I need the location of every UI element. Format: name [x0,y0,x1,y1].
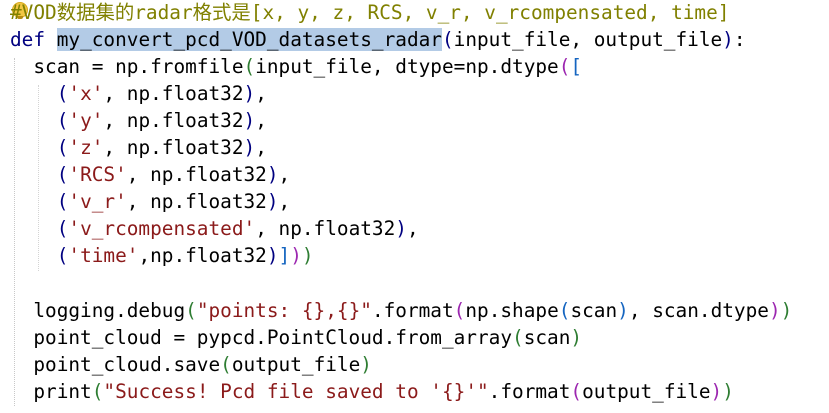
open-paren: ( [512,326,524,349]
open-paren: ( [56,217,69,240]
close-paren: ) [617,299,629,322]
code-editor[interactable]: #VOD数据集的radar格式是[x, y, z, RCS, v_r, v_rc… [0,0,829,413]
save-prefix: point_cloud.save [33,353,221,376]
field-type: , np.float32 [103,109,244,132]
field-name: 'z' [68,136,104,159]
code-line-field[interactable]: ('v_rcompensated', np.float32), [10,215,419,242]
field-name: 'x' [68,82,104,105]
code-line-field[interactable]: ('x', np.float32), [10,80,267,107]
field-type: , np.float32 [103,82,244,105]
close-paren: ) [780,299,793,322]
code-line-comment[interactable]: #VOD数据集的radar格式是[x, y, z, RCS, v_r, v_rc… [10,0,729,26]
field-type: , np.float32 [126,190,267,213]
function-name-selected[interactable]: my_convert_pcd_VOD_datasets_radar [56,28,442,51]
code-line-field[interactable]: ('y', np.float32), [10,107,267,134]
close-paren: ) [710,380,723,403]
open-paren: ( [91,380,104,403]
close-paren: ) [301,244,314,267]
print-arg: output_file [582,380,711,403]
code-line-field[interactable]: ('RCS', np.float32), [10,161,291,188]
code-line-save[interactable]: point_cloud.save(output_file) [10,351,372,378]
close-bracket: ] [278,244,291,267]
scan-prefix: scan = np.fromfile [33,55,244,78]
field-name: 'v_r' [68,190,127,213]
open-paren: ( [441,28,454,51]
close-paren: ) [570,326,583,349]
logging-format-string: "points: {},{}" [196,299,372,322]
open-paren: ( [56,136,69,159]
print-string: "Success! Pcd file saved to '{}'" [103,380,489,403]
close-paren: ) [722,380,734,403]
close-paren: ) [243,82,256,105]
comment-text: #VOD数据集的radar格式是[x, y, z, RCS, v_r, v_rc… [10,1,730,24]
field-name: 'time' [68,244,139,267]
code-line-pointcloud[interactable]: point_cloud = pypcd.PointCloud.from_arra… [10,324,582,351]
save-arg: output_file [231,353,361,376]
print-format-call: .format [488,380,571,403]
field-type: ,np.float32 [138,244,267,267]
code-line-field[interactable]: ('time',np.float32)])) [10,242,314,269]
code-line-scan[interactable]: scan = np.fromfile(input_file, dtype=np.… [10,53,582,80]
field-name: 'v_rcompensated' [68,217,256,240]
code-line-logging[interactable]: logging.debug("points: {},{}".format(np.… [10,297,792,324]
open-paren: ( [220,353,232,376]
code-line-def[interactable]: def my_convert_pcd_VOD_datasets_radar(in… [10,26,746,53]
pointcloud-prefix: point_cloud = pypcd.PointCloud.from_arra… [33,326,512,349]
def-keyword: def [10,28,46,51]
close-paren: ) [243,109,256,132]
open-paren: ( [56,163,69,186]
open-paren: ( [185,299,197,322]
open-bracket: [ [570,55,583,78]
code-line-field[interactable]: ('v_r', np.float32), [10,188,291,215]
close-paren: ) [266,244,279,267]
open-paren: ( [453,299,466,322]
open-paren: ( [243,55,256,78]
close-paren: ) [290,244,302,267]
open-paren: ( [56,82,69,105]
field-name: 'RCS' [68,163,127,186]
field-name: 'y' [68,109,104,132]
field-type: , np.float32 [103,136,244,159]
logging-shape-call: np.shape [465,299,559,322]
open-paren: ( [56,244,69,267]
logging-prefix: logging.debug [33,299,186,322]
logging-dtype-arg: , scan.dtype [628,299,769,322]
field-type: , np.float32 [126,163,267,186]
open-paren: ( [56,109,69,132]
code-line-field[interactable]: ('z', np.float32), [10,134,267,161]
open-paren: ( [56,190,69,213]
close-paren: ) [768,299,781,322]
logging-scan-arg: scan [570,299,618,322]
scan-args: input_file, dtype=np.dtype [255,55,559,78]
print-prefix: print [33,380,92,403]
close-paren: ) [360,353,372,376]
close-paren: ) [395,217,407,240]
open-paren: ( [570,380,583,403]
pointcloud-arg: scan [523,326,571,349]
close-paren: ) [266,163,279,186]
code-line-print[interactable]: print("Success! Pcd file saved to '{}'".… [10,378,734,405]
close-paren: ) [266,190,279,213]
close-paren: ) [243,136,256,159]
close-paren: ) [722,28,734,51]
open-paren: ( [558,55,571,78]
open-paren: ( [558,299,571,322]
function-params: input_file, output_file [453,28,723,51]
field-type: , np.float32 [255,217,396,240]
logging-format-call: .format [371,299,454,322]
colon: : [733,28,746,51]
